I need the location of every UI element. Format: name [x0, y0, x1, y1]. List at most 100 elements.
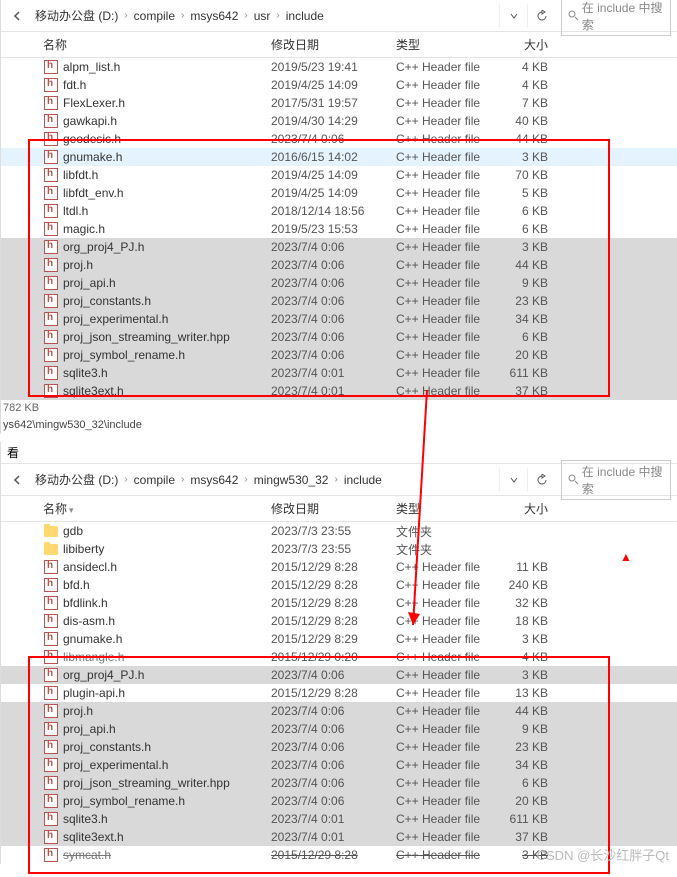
breadcrumb-item[interactable]: usr	[250, 7, 275, 25]
path-line: ys642\mingw530_32\include	[1, 416, 677, 434]
top-filelist[interactable]: alpm_list.h2019/5/23 19:41C++ Header fil…	[1, 58, 677, 400]
file-name: bfdlink.h	[63, 596, 271, 610]
col-size[interactable]: 大小	[498, 36, 558, 53]
table-row[interactable]: sqlite3.h2023/7/4 0:01C++ Header file611…	[1, 810, 677, 828]
table-row[interactable]: proj_experimental.h2023/7/4 0:06C++ Head…	[1, 310, 677, 328]
refresh-button[interactable]	[527, 468, 555, 492]
table-row[interactable]: plugin-api.h2015/12/29 8:28C++ Header fi…	[1, 684, 677, 702]
top-breadcrumb[interactable]: 移动办公盘 (D:)›compile›msys642›usr›include	[27, 5, 499, 26]
table-row[interactable]: alpm_list.h2019/5/23 19:41C++ Header fil…	[1, 58, 677, 76]
breadcrumb-item[interactable]: include	[340, 471, 386, 489]
bottom-breadcrumb[interactable]: 移动办公盘 (D:)›compile›msys642›mingw530_32›i…	[27, 469, 499, 490]
table-row[interactable]: libiberty2023/7/3 23:55文件夹	[1, 540, 677, 558]
file-name: proj_experimental.h	[63, 758, 271, 772]
file-size: 3 KB	[498, 150, 558, 164]
table-row[interactable]: FlexLexer.h2017/5/31 19:57C++ Header fil…	[1, 94, 677, 112]
table-row[interactable]: org_proj4_PJ.h2023/7/4 0:06C++ Header fi…	[1, 238, 677, 256]
header-file-icon	[43, 131, 59, 147]
col-name[interactable]: 名称	[43, 36, 271, 53]
breadcrumb-item[interactable]: compile	[130, 471, 179, 489]
breadcrumb-sep: ›	[332, 474, 339, 485]
table-row[interactable]: magic.h2019/5/23 15:53C++ Header file6 K…	[1, 220, 677, 238]
file-name: sqlite3ext.h	[63, 384, 271, 398]
table-row[interactable]: proj_api.h2023/7/4 0:06C++ Header file9 …	[1, 274, 677, 292]
search-placeholder: 在 include 中搜索	[582, 0, 664, 33]
table-row[interactable]: gdb2023/7/3 23:55文件夹	[1, 522, 677, 540]
breadcrumb-item[interactable]: compile	[130, 7, 179, 25]
col-name[interactable]: 名称▾	[43, 500, 271, 517]
file-date: 2015/12/29 8:28	[271, 578, 396, 592]
breadcrumb-item[interactable]: mingw530_32	[250, 471, 333, 489]
header-file-icon	[43, 739, 59, 755]
file-name: proj_experimental.h	[63, 312, 271, 326]
file-size: 6 KB	[498, 330, 558, 344]
table-row[interactable]: proj.h2023/7/4 0:06C++ Header file44 KB	[1, 256, 677, 274]
file-name: ansidecl.h	[63, 560, 271, 574]
breadcrumb-item[interactable]: 移动办公盘 (D:)	[31, 5, 122, 26]
file-date: 2023/7/4 0:06	[271, 132, 396, 146]
table-row[interactable]: libfdt.h2019/4/25 14:09C++ Header file70…	[1, 166, 677, 184]
table-row[interactable]: proj_constants.h2023/7/4 0:06C++ Header …	[1, 292, 677, 310]
table-row[interactable]: gawkapi.h2019/4/30 14:29C++ Header file4…	[1, 112, 677, 130]
breadcrumb-item[interactable]: 移动办公盘 (D:)	[31, 469, 122, 490]
top-columns[interactable]: 名称 修改日期 类型 大小	[1, 32, 677, 58]
file-name: proj.h	[63, 704, 271, 718]
header-file-icon	[43, 667, 59, 683]
file-size: 4 KB	[498, 60, 558, 74]
table-row[interactable]: gnumake.h2015/12/29 8:29C++ Header file3…	[1, 630, 677, 648]
table-row[interactable]: org_proj4_PJ.h2023/7/4 0:06C++ Header fi…	[1, 666, 677, 684]
col-type[interactable]: 类型	[396, 500, 498, 517]
file-name: bfd.h	[63, 578, 271, 592]
breadcrumb-item[interactable]: include	[282, 7, 328, 25]
table-row[interactable]: proj_symbol_rename.h2023/7/4 0:06C++ Hea…	[1, 792, 677, 810]
back-button[interactable]	[7, 6, 27, 26]
dropdown-button[interactable]	[499, 4, 527, 28]
table-row[interactable]: proj_constants.h2023/7/4 0:06C++ Header …	[1, 738, 677, 756]
refresh-button[interactable]	[527, 4, 555, 28]
back-button[interactable]	[7, 470, 27, 490]
file-size: 240 KB	[498, 578, 558, 592]
table-row[interactable]: proj_symbol_rename.h2023/7/4 0:06C++ Hea…	[1, 346, 677, 364]
table-row[interactable]: proj.h2023/7/4 0:06C++ Header file44 KB	[1, 702, 677, 720]
col-size[interactable]: 大小	[498, 500, 558, 517]
top-search[interactable]: 在 include 中搜索	[561, 0, 671, 36]
file-name: FlexLexer.h	[63, 96, 271, 110]
file-type: 文件夹	[396, 523, 498, 540]
table-row[interactable]: sqlite3.h2023/7/4 0:01C++ Header file611…	[1, 364, 677, 382]
table-row[interactable]: geodesic.h2023/7/4 0:06C++ Header file44…	[1, 130, 677, 148]
file-date: 2019/4/25 14:09	[271, 168, 396, 182]
file-type: C++ Header file	[396, 686, 498, 700]
file-type: C++ Header file	[396, 596, 498, 610]
bottom-search[interactable]: 在 include 中搜索	[561, 460, 671, 500]
table-row[interactable]: fdt.h2019/4/25 14:09C++ Header file4 KB	[1, 76, 677, 94]
col-type[interactable]: 类型	[396, 36, 498, 53]
table-row[interactable]: proj_experimental.h2023/7/4 0:06C++ Head…	[1, 756, 677, 774]
breadcrumb-item[interactable]: msys642	[186, 471, 242, 489]
table-row[interactable]: proj_json_streaming_writer.hpp2023/7/4 0…	[1, 328, 677, 346]
table-row[interactable]: dis-asm.h2015/12/29 8:28C++ Header file1…	[1, 612, 677, 630]
table-row[interactable]: libmangle.h2015/12/29 0:20C++ Header fil…	[1, 648, 677, 666]
table-row[interactable]: proj_json_streaming_writer.hpp2023/7/4 0…	[1, 774, 677, 792]
bottom-columns[interactable]: 名称▾ 修改日期 类型 大小	[1, 496, 677, 522]
file-name: proj.h	[63, 258, 271, 272]
col-date[interactable]: 修改日期	[271, 36, 396, 53]
table-row[interactable]: gnumake.h2016/6/15 14:02C++ Header file3…	[1, 148, 677, 166]
file-type: C++ Header file	[396, 614, 498, 628]
table-row[interactable]: ltdl.h2018/12/14 18:56C++ Header file6 K…	[1, 202, 677, 220]
table-row[interactable]: bfdlink.h2015/12/29 8:28C++ Header file3…	[1, 594, 677, 612]
file-name: gdb	[63, 524, 271, 538]
table-row[interactable]: libfdt_env.h2019/4/25 14:09C++ Header fi…	[1, 184, 677, 202]
table-row[interactable]: bfd.h2015/12/29 8:28C++ Header file240 K…	[1, 576, 677, 594]
table-row[interactable]: proj_api.h2023/7/4 0:06C++ Header file9 …	[1, 720, 677, 738]
col-date[interactable]: 修改日期	[271, 500, 396, 517]
file-name: proj_constants.h	[63, 294, 271, 308]
dropdown-button[interactable]	[499, 468, 527, 492]
file-size: 20 KB	[498, 794, 558, 808]
bottom-filelist[interactable]: gdb2023/7/3 23:55文件夹libiberty2023/7/3 23…	[1, 522, 677, 864]
table-row[interactable]: sqlite3ext.h2023/7/4 0:01C++ Header file…	[1, 382, 677, 400]
breadcrumb-item[interactable]: msys642	[186, 7, 242, 25]
folder-icon	[43, 523, 59, 539]
file-size: 3 KB	[498, 668, 558, 682]
table-row[interactable]: sqlite3ext.h2023/7/4 0:01C++ Header file…	[1, 828, 677, 846]
table-row[interactable]: ansidecl.h2015/12/29 8:28C++ Header file…	[1, 558, 677, 576]
